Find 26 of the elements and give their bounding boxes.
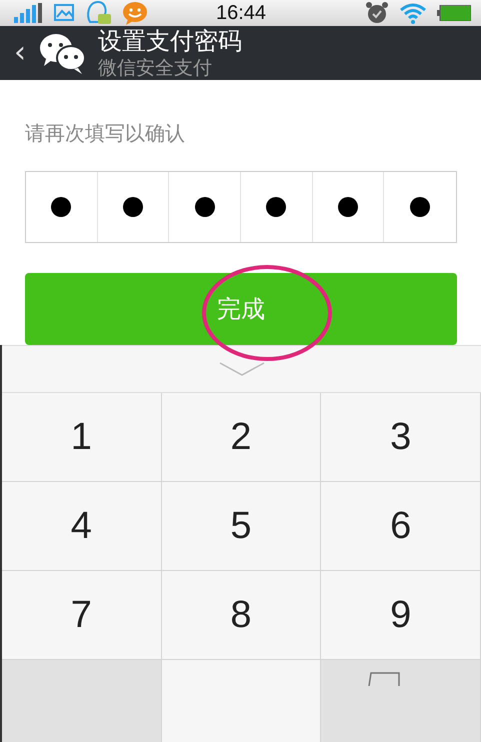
chevron-down-icon[interactable] — [218, 362, 264, 376]
digit-key[interactable]: 7 — [2, 571, 162, 660]
digit-key[interactable]: 5 — [162, 482, 322, 571]
page-title: 设置支付密码 — [98, 26, 242, 56]
digit-key[interactable]: 3 — [321, 393, 481, 482]
page-subtitle: 微信安全支付 — [98, 56, 213, 80]
battery-icon — [437, 5, 471, 21]
prompt-text: 请再次填写以确认 — [25, 120, 185, 147]
chat-bubbles-icon — [38, 31, 86, 75]
digit-key[interactable] — [162, 660, 322, 742]
keyboard-collapse-bar[interactable] — [2, 345, 481, 393]
back-button[interactable]: ‹ — [14, 38, 26, 68]
alarm-clock-icon — [365, 1, 389, 25]
digit-key[interactable]: 9 — [321, 571, 481, 660]
digit-key[interactable]: 8 — [162, 571, 322, 660]
digit-key[interactable]: 6 — [321, 482, 481, 571]
digit-key[interactable]: 1 — [2, 393, 162, 482]
signal-icon — [14, 3, 44, 23]
wifi-icon — [399, 2, 427, 24]
password-field[interactable] — [25, 171, 457, 243]
digit-key[interactable]: 4 — [2, 482, 162, 571]
smiley-icon — [122, 1, 148, 25]
delete-key[interactable] — [321, 660, 481, 742]
image-icon — [54, 3, 76, 23]
digit-key[interactable]: 2 — [162, 393, 322, 482]
clock-time: 16:44 — [216, 2, 266, 24]
